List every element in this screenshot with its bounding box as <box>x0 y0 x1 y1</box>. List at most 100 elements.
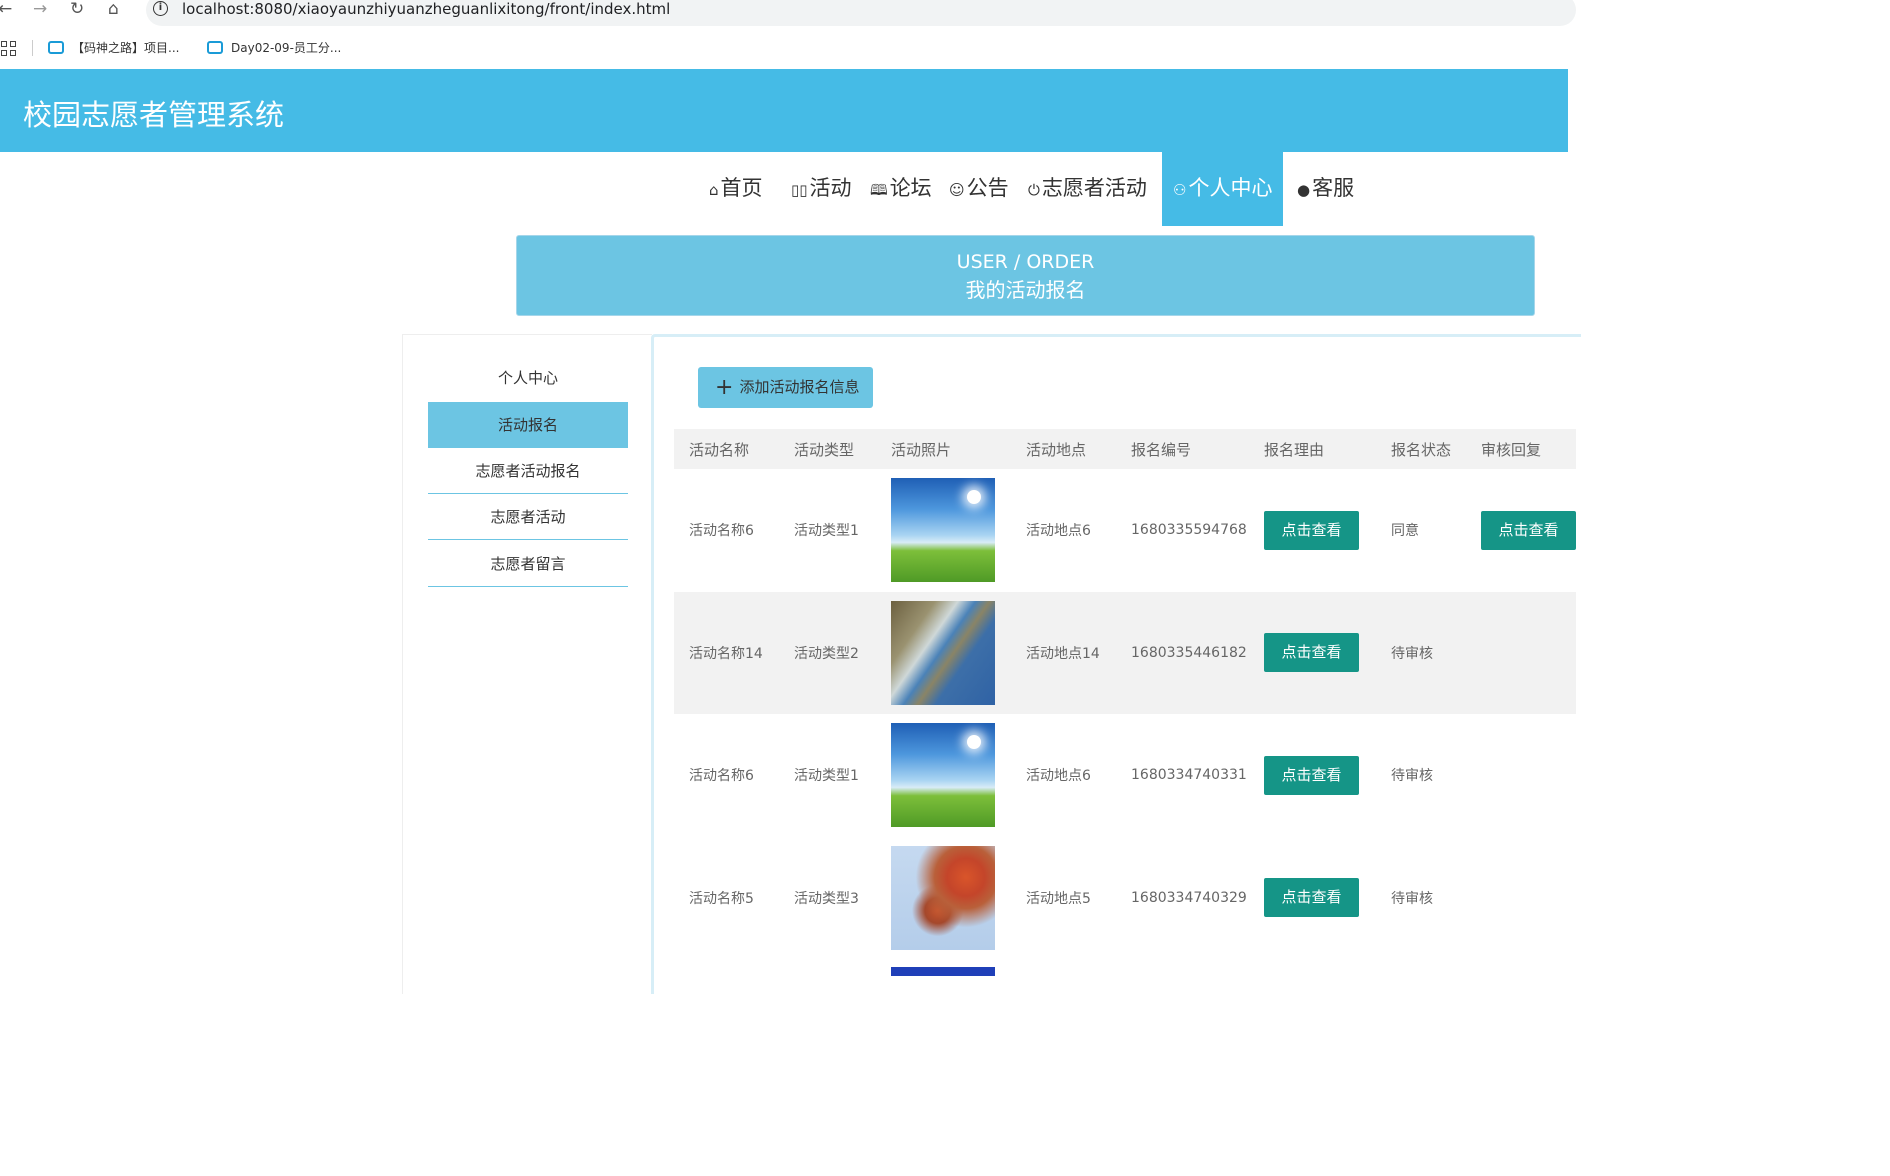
info-icon[interactable]: i <box>153 1 168 16</box>
bookmarks-divider <box>32 40 33 56</box>
page-banner: USER / ORDER 我的活动报名 <box>516 235 1535 316</box>
nav-item-forum[interactable]: 🕮论坛 <box>870 152 932 226</box>
activity-type-cell: 活动类型3 <box>794 890 859 907</box>
nav-item-volunteer-activity[interactable]: ⏻志愿者活动 <box>1028 152 1147 226</box>
notice-icon: ☺ <box>949 181 965 199</box>
apps-grid-icon[interactable] <box>1 41 17 57</box>
signup-status-cell: 待审核 <box>1391 768 1433 785</box>
review-reply-cell <box>1466 837 1576 960</box>
nav-item-label: 个人中心 <box>1188 176 1273 200</box>
nav-item-label: 活动 <box>809 176 852 200</box>
user-icon: ⚇ <box>1173 181 1187 199</box>
nav-item-label: 首页 <box>720 176 763 200</box>
signup-reason-cell: 点击查看 <box>1249 837 1376 960</box>
bookmark-item[interactable]: Day02-09-员工分... <box>207 38 341 58</box>
bookmarks-bar: 【码神之路】项目... Day02-09-员工分... <box>0 36 1568 60</box>
activity-photo-cell <box>876 714 1011 837</box>
activity-name-cell: 活动名称6 <box>689 523 754 540</box>
signup-number-cell: 1680335594768 <box>1131 522 1247 539</box>
activity-photo[interactable] <box>891 723 995 828</box>
nav-item-notice[interactable]: ☺公告 <box>949 152 1009 226</box>
home-browser-icon[interactable]: ⌂ <box>108 0 119 18</box>
signup-number-cell: 1680334740329 <box>1131 889 1247 906</box>
nav-item-customer-service[interactable]: ●客服 <box>1297 152 1354 226</box>
nav-item-label: 客服 <box>1312 176 1355 200</box>
column-header: 报名编号 <box>1116 429 1249 469</box>
banner-title: 我的活动报名 <box>965 278 1086 302</box>
add-signup-label: 添加活动报名信息 <box>739 378 860 396</box>
view-reason-button[interactable]: 点击查看 <box>1264 878 1359 918</box>
activity-place-cell: 活动地点14 <box>1011 591 1116 714</box>
home-icon: ⌂ <box>709 181 719 199</box>
signup-reason-cell: 点击查看 <box>1249 714 1376 837</box>
column-header: 报名状态 <box>1376 429 1466 469</box>
activity-icon: ▯▯ <box>791 181 808 199</box>
sidebar-item-activity-signup[interactable]: 活动报名 <box>428 402 628 448</box>
activity-type-cell: 活动类型1 <box>794 523 859 540</box>
activity-place-cell: 活动地点5 <box>1026 890 1091 907</box>
activity-place-cell: 活动地点6 <box>1026 768 1091 785</box>
browser-toolbar: ← → ↻ ⌂ i localhost:8080/xiaoyaunzhiyuan… <box>0 0 1576 26</box>
activity-place-cell: 活动地点6 <box>1026 523 1091 540</box>
bookmark-item[interactable]: 【码神之路】项目... <box>48 38 179 58</box>
activity-type-cell: 活动类型1 <box>794 768 859 785</box>
nav-item-user-center[interactable]: ⚇个人中心 <box>1162 152 1284 226</box>
review-reply-cell: 点击查看 <box>1466 469 1576 592</box>
signup-number-cell: 1680335446182 <box>1116 591 1249 714</box>
activity-photo[interactable] <box>891 478 995 583</box>
bilibili-icon <box>48 41 64 54</box>
back-arrow-icon[interactable]: ← <box>0 0 12 18</box>
sidebar-item-volunteer-activity[interactable]: 志愿者活动 <box>428 494 628 540</box>
sidebar-item-volunteer-signup[interactable]: 志愿者活动报名 <box>428 448 628 494</box>
activity-photo-cell <box>876 591 1011 714</box>
column-header: 活动照片 <box>876 429 1011 469</box>
review-reply-cell <box>1466 591 1576 714</box>
banner-subtitle: USER / ORDER <box>956 251 1095 273</box>
reload-icon[interactable]: ↻ <box>70 0 84 18</box>
table-row: 活动名称5 活动类型3 活动地点5 1680334740329 点击查看 待审核 <box>674 837 1576 960</box>
activity-photo-partial <box>891 967 995 976</box>
activity-name-cell: 活动名称5 <box>689 890 754 907</box>
activity-photo-cell <box>876 837 1011 960</box>
view-reason-button[interactable]: 点击查看 <box>1264 755 1359 795</box>
bookmark-label: 【码神之路】项目... <box>72 41 180 55</box>
nav-item-label: 论坛 <box>889 176 932 200</box>
nav-item-home[interactable]: ⌂首页 <box>709 152 763 226</box>
forum-icon: 🕮 <box>870 181 888 199</box>
column-header: 报名理由 <box>1249 429 1376 469</box>
sidebar-title: 个人中心 <box>497 369 558 387</box>
site-header: 校园志愿者管理系统 <box>0 69 1568 152</box>
nav-item-label: 志愿者活动 <box>1041 176 1147 200</box>
signup-status-cell: 待审核 <box>1391 890 1433 907</box>
view-reason-button[interactable]: 点击查看 <box>1264 633 1359 673</box>
plus-icon: + <box>715 375 734 400</box>
view-reply-button[interactable]: 点击查看 <box>1481 510 1576 550</box>
view-reason-button[interactable]: 点击查看 <box>1264 510 1359 550</box>
signup-number-cell: 1680334740331 <box>1131 767 1247 784</box>
main-nav: ⌂首页 ▯▯活动 🕮论坛 ☺公告 ⏻志愿者活动 ⚇个人中心 ●客服 <box>0 152 1568 226</box>
signup-reason-cell: 点击查看 <box>1249 469 1376 592</box>
forward-arrow-icon[interactable]: → <box>33 0 47 18</box>
chat-icon: ● <box>1297 181 1311 199</box>
bookmark-label: Day02-09-员工分... <box>231 41 342 55</box>
table-row: 活动名称14 活动类型2 活动地点14 1680335446182 点击查看 待… <box>674 591 1576 714</box>
sidebar: 个人中心 活动报名 志愿者活动报名 志愿者活动 志愿者留言 <box>402 334 652 994</box>
bilibili-icon <box>207 41 223 54</box>
review-reply-cell <box>1466 714 1576 837</box>
signup-table: 活动名称 活动类型 活动照片 活动地点 报名编号 报名理由 报名状态 审核回复 … <box>674 429 1576 959</box>
activity-photo-cell <box>876 469 1011 592</box>
activity-photo[interactable] <box>891 845 995 950</box>
column-header: 活动地点 <box>1011 429 1116 469</box>
nav-item-activity[interactable]: ▯▯活动 <box>791 152 852 226</box>
url-text[interactable]: localhost:8080/xiaoyaunzhiyuanzheguanlix… <box>182 0 670 18</box>
table-header-row: 活动名称 活动类型 活动照片 活动地点 报名编号 报名理由 报名状态 审核回复 <box>674 429 1576 469</box>
sidebar-item-volunteer-message[interactable]: 志愿者留言 <box>428 541 628 587</box>
nav-item-label: 公告 <box>966 176 1009 200</box>
signup-status-cell: 同意 <box>1391 523 1419 540</box>
power-icon: ⏻ <box>1028 181 1040 199</box>
activity-photo[interactable] <box>891 600 995 705</box>
add-signup-button[interactable]: + 添加活动报名信息 <box>698 367 873 408</box>
site-title: 校园志愿者管理系统 <box>23 98 285 132</box>
activity-name-cell: 活动名称14 <box>674 591 779 714</box>
column-header: 活动名称 <box>674 429 779 469</box>
